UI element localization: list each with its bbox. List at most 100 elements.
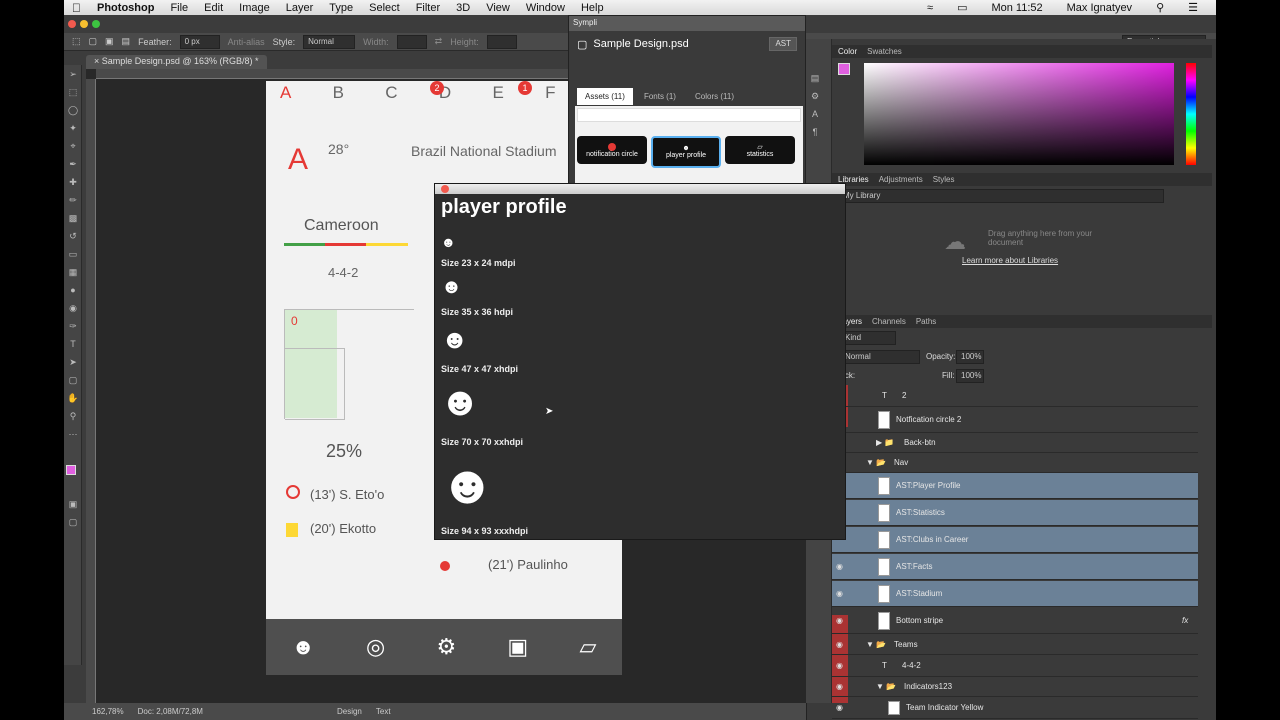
close-tab-icon[interactable]: × (94, 56, 99, 66)
subtract-selection-icon[interactable]: ▤ (122, 36, 131, 47)
feather-input[interactable]: 0 px (179, 34, 220, 49)
app-menu[interactable]: Photoshop (89, 2, 162, 14)
layer-row[interactable]: ◉ ▼ 📂 Indicators123 (832, 677, 1198, 697)
layer-kind-filter[interactable]: Kind (840, 331, 896, 345)
visibility-eye-icon[interactable]: ◉ (836, 562, 846, 572)
layer-row[interactable]: ◉ Team Indicator Yellow (832, 697, 1198, 719)
clock[interactable]: Mon 11:52 (983, 2, 1050, 14)
tab-swatches[interactable]: Swatches (867, 47, 902, 56)
size-mdpi[interactable]: Size 23 x 24 mdpi (441, 258, 516, 268)
history-brush-icon[interactable]: ↺ (64, 227, 82, 245)
marquee-tool-icon[interactable]: ⬚ (72, 36, 81, 47)
search-icon[interactable]: ⚲ (1148, 1, 1172, 14)
asset-statistics[interactable]: ▱ statistics (725, 136, 795, 164)
swap-icon[interactable]: ⇄ (435, 36, 443, 47)
new-selection-icon[interactable]: ▢ (89, 36, 98, 47)
clubs-icon[interactable]: ⚙ (436, 634, 456, 660)
color-field[interactable] (864, 63, 1174, 165)
hue-slider[interactable] (1186, 63, 1196, 165)
battery-icon[interactable]: ▭ (949, 1, 975, 14)
visibility-eye-icon[interactable]: ◉ (836, 682, 846, 692)
layer-row[interactable]: Notfication circle 2 (832, 407, 1198, 433)
layer-row[interactable]: AST:Statistics (832, 500, 1198, 526)
stamp-tool-icon[interactable]: ▩ (64, 209, 82, 227)
eyedropper-tool-icon[interactable]: ✒ (64, 155, 82, 173)
size-xxxhdpi[interactable]: Size 94 x 93 xxxhdpi (441, 526, 528, 536)
pen-tool-icon[interactable]: ✑ (64, 317, 82, 335)
gradient-tool-icon[interactable]: ▦ (64, 263, 82, 281)
lasso-tool-icon[interactable]: ◯ (64, 101, 82, 119)
asset-search-input[interactable] (577, 108, 801, 122)
facts-icon[interactable]: ▣ (507, 634, 528, 660)
screen-mode-icon[interactable]: ▢ (64, 513, 82, 531)
layer-row[interactable]: ◉ Bottom stripe fx (832, 608, 1198, 634)
bottom-tab-text[interactable]: Text (376, 707, 391, 716)
list-icon[interactable]: ☰ (1180, 1, 1206, 14)
group-letter-a[interactable]: A (280, 83, 291, 103)
visibility-eye-icon[interactable]: ◉ (836, 640, 846, 650)
document-tab[interactable]: × Sample Design.psd @ 163% (RGB/8) * (86, 55, 267, 69)
library-select[interactable]: My Library (838, 189, 1164, 203)
visibility-eye-icon[interactable]: ◉ (836, 703, 846, 713)
zoom-tool-icon[interactable]: ⚲ (64, 407, 82, 425)
menu-edit[interactable]: Edit (196, 2, 231, 14)
tab-color[interactable]: Color (838, 47, 857, 56)
quick-mask-icon[interactable]: ▣ (64, 495, 82, 513)
layer-row[interactable]: ◉ ▼ 📂 Teams (832, 635, 1198, 655)
zoom-level[interactable]: 162,78% (92, 707, 124, 716)
doc-size[interactable]: Doc: 2,08M/72,8M (138, 707, 203, 716)
tab-styles[interactable]: Styles (933, 175, 955, 184)
menu-layer[interactable]: Layer (278, 2, 322, 14)
quick-select-tool-icon[interactable]: ✦ (64, 119, 82, 137)
marquee-tool-icon[interactable]: ⬚ (64, 83, 82, 101)
size-xhdpi[interactable]: Size 47 x 47 xhdpi (441, 364, 518, 374)
layer-row[interactable]: ◉ T 4-4-2 (832, 655, 1198, 677)
tab-paths[interactable]: Paths (916, 317, 936, 326)
visibility-eye-icon[interactable]: ◉ (836, 616, 846, 626)
apple-menu-icon[interactable]:  (64, 1, 89, 15)
asset-notification-circle[interactable]: notification circle (577, 136, 647, 164)
minimize-window-button[interactable] (80, 20, 88, 28)
history-panel-icon[interactable]: ▤ (806, 69, 824, 87)
tab-colors[interactable]: Colors (11) (687, 88, 742, 105)
layer-row[interactable]: AST:Clubs in Career (832, 527, 1198, 553)
hand-tool-icon[interactable]: ✋ (64, 389, 82, 407)
user-name[interactable]: Max Ignatyev (1059, 2, 1140, 14)
group-letter-f[interactable]: F (545, 83, 555, 103)
crop-tool-icon[interactable]: ⌖ (64, 137, 82, 155)
dodge-tool-icon[interactable]: ◉ (64, 299, 82, 317)
ast-button[interactable]: AST (769, 37, 797, 51)
close-window-button[interactable] (68, 20, 76, 28)
foreground-color-swatch[interactable] (66, 465, 76, 475)
blend-mode-select[interactable]: Normal (840, 350, 920, 364)
type-tool-icon[interactable]: T (64, 335, 82, 353)
width-input[interactable] (396, 34, 427, 49)
edit-toolbar-icon[interactable]: ⋯ (64, 425, 82, 443)
shape-tool-icon[interactable]: ▢ (64, 371, 82, 389)
menu-select[interactable]: Select (361, 2, 408, 14)
menu-image[interactable]: Image (231, 2, 278, 14)
fx-icon[interactable]: fx (1182, 616, 1188, 625)
path-select-icon[interactable]: ➤ (64, 353, 82, 371)
antialias-checkbox[interactable]: Anti-alias (228, 37, 265, 47)
menu-help[interactable]: Help (573, 2, 612, 14)
move-tool-icon[interactable]: ➢ (64, 65, 82, 83)
visibility-eye-icon[interactable]: ◉ (836, 661, 846, 671)
character-panel-icon[interactable]: A (806, 105, 824, 123)
color-fg-swatch[interactable] (838, 63, 850, 75)
menu-window[interactable]: Window (518, 2, 573, 14)
visibility-eye-icon[interactable]: ◉ (836, 589, 846, 599)
group-letter-c[interactable]: C (385, 83, 397, 103)
stadium-icon[interactable]: ▱ (579, 634, 596, 660)
group-letter-b[interactable]: B (333, 83, 344, 103)
size-xxhdpi[interactable]: Size 70 x 70 xxhdpi (441, 437, 523, 447)
tab-channels[interactable]: Channels (872, 317, 906, 326)
statistics-icon[interactable]: ◎ (366, 634, 385, 660)
asset-player-profile[interactable]: ☻ player profile (651, 136, 721, 168)
tab-fonts[interactable]: Fonts (1) (636, 88, 684, 105)
learn-libraries-link[interactable]: Learn more about Libraries (962, 256, 1058, 265)
menu-filter[interactable]: Filter (408, 2, 448, 14)
layer-row[interactable]: ▶ 📁 Back-btn (832, 433, 1198, 453)
opacity-input[interactable]: 100% (956, 350, 984, 364)
zoom-window-button[interactable] (92, 20, 100, 28)
